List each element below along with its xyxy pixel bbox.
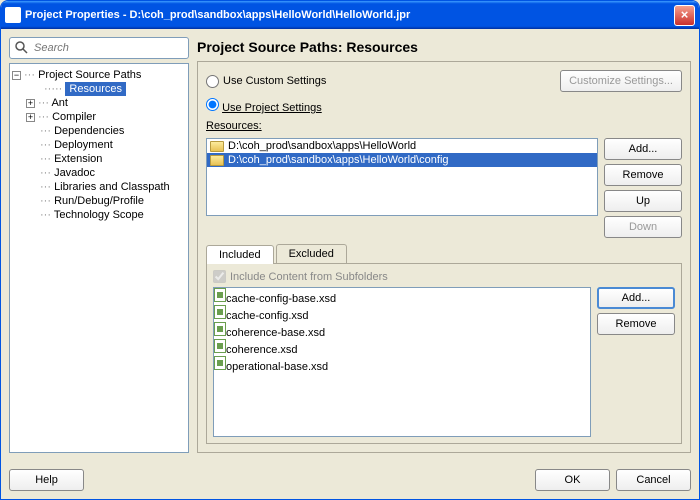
folder-icon [210,155,224,166]
radio-project-settings[interactable]: Use Project Settings [206,98,682,114]
folder-icon [210,141,224,152]
xsd-file-icon [214,305,226,319]
xsd-file-icon [214,322,226,336]
page-title: Project Source Paths: Resources [197,37,691,61]
app-icon [5,7,21,23]
file-row[interactable]: cache-config.xsd [214,305,590,322]
search-input[interactable] [34,42,184,54]
tab-included[interactable]: Included [206,245,274,264]
cancel-button[interactable]: Cancel [616,469,691,491]
down-button: Down [604,216,682,238]
tab-excluded[interactable]: Excluded [276,244,347,263]
file-row[interactable]: coherence.xsd [214,339,590,356]
resources-label: Resources: [206,120,682,132]
tree-node-resources[interactable]: ····· Resources [12,82,186,96]
search-box[interactable] [9,37,189,59]
tree-node-source-paths[interactable]: −··· Project Source Paths [12,68,186,82]
tree-node-ant[interactable]: +··· Ant [12,96,186,110]
add-resource-button[interactable]: Add... [604,138,682,160]
titlebar: Project Properties - D:\coh_prod\sandbox… [1,1,699,29]
tree-node-javadoc[interactable]: ··· Javadoc [12,166,186,180]
radio-custom-settings[interactable]: Use Custom Settings [206,75,326,88]
plus-icon[interactable]: + [26,99,35,108]
file-row[interactable]: cache-config-base.xsd [214,288,590,305]
search-icon [14,40,30,56]
plus-icon[interactable]: + [26,113,35,122]
include-subfolders-checkbox[interactable]: Include Content from Subfolders [213,270,675,283]
tree-node-dependencies[interactable]: ··· Dependencies [12,124,186,138]
add-file-button[interactable]: Add... [597,287,675,309]
project-properties-dialog: Project Properties - D:\coh_prod\sandbox… [0,0,700,500]
included-files-list[interactable]: cache-config-base.xsd cache-config.xsd c… [213,287,591,437]
help-button[interactable]: Help [9,469,84,491]
tree-node-deployment[interactable]: ··· Deployment [12,138,186,152]
resource-row[interactable]: D:\coh_prod\sandbox\apps\HelloWorld\conf… [207,153,597,167]
minus-icon[interactable]: − [12,71,21,80]
resource-row[interactable]: D:\coh_prod\sandbox\apps\HelloWorld [207,139,597,153]
window-title: Project Properties - D:\coh_prod\sandbox… [25,9,410,21]
remove-file-button[interactable]: Remove [597,313,675,335]
tree-node-rundebug[interactable]: ··· Run/Debug/Profile [12,194,186,208]
file-row[interactable]: coherence-base.xsd [214,322,590,339]
tree-node-libraries[interactable]: ··· Libraries and Classpath [12,180,186,194]
resources-list[interactable]: D:\coh_prod\sandbox\apps\HelloWorld D:\c… [206,138,598,216]
file-row[interactable]: operational-base.xsd [214,356,590,373]
tree-node-compiler[interactable]: +··· Compiler [12,110,186,124]
up-button[interactable]: Up [604,190,682,212]
remove-resource-button[interactable]: Remove [604,164,682,186]
close-button[interactable]: × [674,5,695,26]
xsd-file-icon [214,339,226,353]
tree-node-extension[interactable]: ··· Extension [12,152,186,166]
tree-node-techscope[interactable]: ··· Technology Scope [12,208,186,222]
xsd-file-icon [214,288,226,302]
ok-button[interactable]: OK [535,469,610,491]
category-tree[interactable]: −··· Project Source Paths ····· Resource… [9,63,189,453]
xsd-file-icon [214,356,226,370]
customize-settings-button: Customize Settings... [560,70,682,92]
